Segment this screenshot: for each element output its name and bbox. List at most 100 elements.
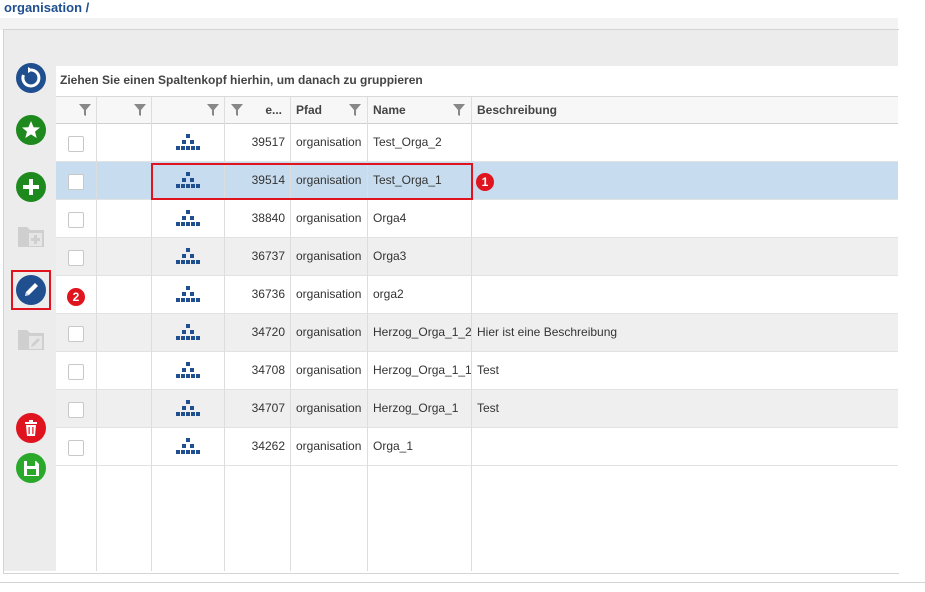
beschreibung-cell [472, 200, 898, 237]
save-button[interactable] [14, 451, 48, 485]
select-cell [56, 200, 97, 237]
name-cell: Orga3 [368, 238, 472, 275]
name-cell: orga2 [368, 276, 472, 313]
star-icon [16, 115, 46, 145]
plus-icon [16, 172, 46, 202]
name-cell: Orga_1 [368, 428, 472, 465]
beschreibung-cell [472, 124, 898, 161]
empty-cell [97, 162, 152, 199]
add-button[interactable] [14, 170, 48, 204]
name-cell: Orga4 [368, 200, 472, 237]
beschreibung-cell: Test [477, 401, 500, 415]
select-cell [56, 238, 97, 275]
empty-cell [97, 124, 152, 161]
select-cell [56, 314, 97, 351]
org-icon-cell [152, 276, 225, 313]
row-checkbox[interactable] [68, 364, 84, 380]
pfad-cell: organisation [291, 124, 368, 161]
empty-cell [97, 200, 152, 237]
row-checkbox[interactable] [68, 250, 84, 266]
name-cell: Herzog_Orga_1_1 [368, 352, 472, 389]
beschreibung-cell [472, 276, 898, 313]
filter-icon[interactable] [133, 103, 147, 117]
table-row[interactable]: 36736 organisation orga2 [56, 276, 898, 314]
org-icon-cell [152, 238, 225, 275]
column-header-id[interactable]: e... [225, 97, 291, 124]
id-cell: 34707 [225, 390, 291, 427]
select-cell [56, 390, 97, 427]
pencil-icon [16, 275, 46, 305]
empty-cell [97, 428, 152, 465]
id-cell: 38840 [225, 200, 291, 237]
row-checkbox[interactable] [68, 136, 84, 152]
row-checkbox[interactable] [68, 212, 84, 228]
pfad-cell: organisation [291, 276, 368, 313]
refresh-button[interactable] [14, 61, 48, 95]
row-checkbox[interactable] [68, 402, 84, 418]
beschreibung-cell: Test [477, 363, 500, 377]
empty-cell [97, 352, 152, 389]
edit-button[interactable] [11, 270, 51, 310]
beschreibung-cell [472, 162, 898, 199]
group-drop-area[interactable]: Ziehen Sie einen Spaltenkopf hierhin, um… [56, 66, 898, 94]
highlight-box-row [151, 163, 473, 200]
empty-cell [97, 276, 152, 313]
pfad-cell: organisation [291, 428, 368, 465]
column-header-icon[interactable] [152, 97, 225, 124]
favorite-button[interactable] [14, 113, 48, 147]
pfad-cell: organisation [291, 352, 368, 389]
table-row[interactable]: 34262 organisation Orga_1 [56, 428, 898, 466]
folder-plus-icon [18, 227, 44, 247]
name-cell: Test_Orga_2 [368, 124, 472, 161]
empty-cell [97, 314, 152, 351]
table-row[interactable]: 34708 organisation Herzog_Orga_1_1 Test [56, 352, 898, 390]
empty-cell [97, 390, 152, 427]
row-checkbox[interactable] [68, 440, 84, 456]
add-child-button[interactable] [14, 219, 48, 253]
select-cell [56, 162, 97, 199]
refresh-icon [16, 63, 46, 93]
filter-icon[interactable] [230, 103, 244, 117]
column-divider [96, 124, 97, 571]
filter-icon[interactable] [78, 103, 92, 117]
grid-header-row: e... Pfad Name Beschreibung [56, 96, 898, 124]
name-cell: Herzog_Orga_1_2 [368, 314, 472, 351]
table-row[interactable]: 38840 organisation Orga4 [56, 200, 898, 238]
pfad-cell: organisation [291, 200, 368, 237]
row-checkbox[interactable] [68, 326, 84, 342]
org-chart-icon [176, 248, 200, 264]
column-header-select[interactable] [56, 97, 97, 124]
beschreibung-cell [472, 428, 898, 465]
id-cell: 36737 [225, 238, 291, 275]
column-header-pfad-label: Pfad [296, 103, 323, 117]
bottom-divider [0, 582, 925, 583]
org-chart-icon [176, 438, 200, 454]
filter-icon[interactable] [206, 103, 220, 117]
annotation-marker-2: 2 [67, 288, 85, 306]
beschreibung-cell: Hier ist eine Beschreibung [477, 325, 618, 339]
row-checkbox[interactable] [68, 174, 84, 190]
id-cell: 34708 [225, 352, 291, 389]
filter-icon[interactable] [348, 103, 362, 117]
id-cell: 34262 [225, 428, 291, 465]
table-row[interactable]: 34720 organisation Herzog_Orga_1_2 Hier ist… [56, 314, 898, 352]
filter-icon[interactable] [452, 103, 466, 117]
annotation-marker-1: 1 [476, 173, 494, 191]
column-header-pfad[interactable]: Pfad [291, 97, 368, 124]
empty-cell [97, 238, 152, 275]
edit-folder-button[interactable] [14, 322, 48, 356]
table-row[interactable]: 39517 organisation Test_Orga_2 [56, 124, 898, 162]
folder-edit-icon [18, 330, 44, 350]
column-header-2[interactable] [97, 97, 152, 124]
org-chart-icon [176, 400, 200, 416]
column-header-name[interactable]: Name [368, 97, 472, 124]
delete-button[interactable] [14, 411, 48, 445]
breadcrumb[interactable]: organisation / [4, 0, 89, 15]
org-chart-icon [176, 324, 200, 340]
column-header-beschreibung[interactable]: Beschreibung [472, 97, 898, 124]
table-row[interactable]: 34707 organisation Herzog_Orga_1 Test [56, 390, 898, 428]
org-icon-cell [152, 124, 225, 161]
org-chart-icon [176, 362, 200, 378]
org-chart-icon [176, 286, 200, 302]
table-row[interactable]: 36737 organisation Orga3 [56, 238, 898, 276]
